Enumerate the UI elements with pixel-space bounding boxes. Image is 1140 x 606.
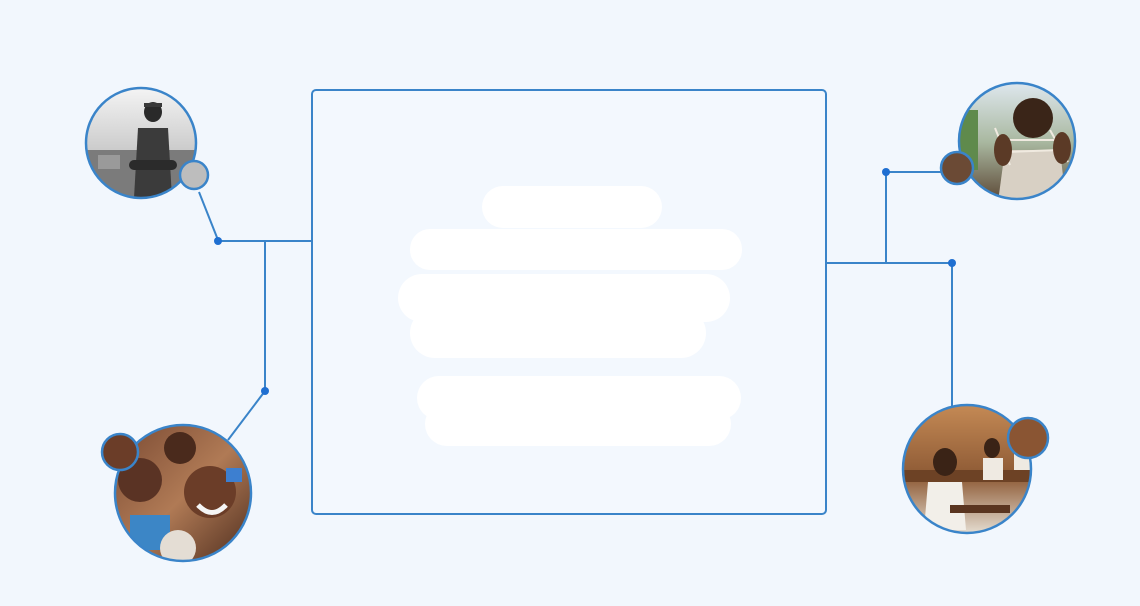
redacted-line-5: [425, 402, 731, 446]
diagram-canvas: [84, 81, 1077, 563]
photo-accent-bubble: [1006, 416, 1050, 460]
junction-dot: [948, 259, 956, 267]
photo-classroom: [901, 403, 1050, 535]
photo-boy-string-game: [939, 81, 1077, 201]
photo-accent-bubble: [939, 150, 975, 186]
redacted-title: [482, 186, 662, 228]
central-panel: [311, 89, 827, 515]
connector-tl: [198, 191, 219, 241]
redacted-line-1: [410, 229, 742, 270]
connector-bl: [227, 390, 266, 441]
photo-accent-bubble: [100, 432, 140, 472]
photo-man-standing: [84, 86, 210, 200]
redacted-line-3: [410, 308, 706, 358]
junction-dot: [214, 237, 222, 245]
photo-accent-bubble: [178, 159, 210, 191]
photo-children-smiling: [100, 423, 253, 563]
junction-dot: [261, 387, 269, 395]
junction-dot: [882, 168, 890, 176]
